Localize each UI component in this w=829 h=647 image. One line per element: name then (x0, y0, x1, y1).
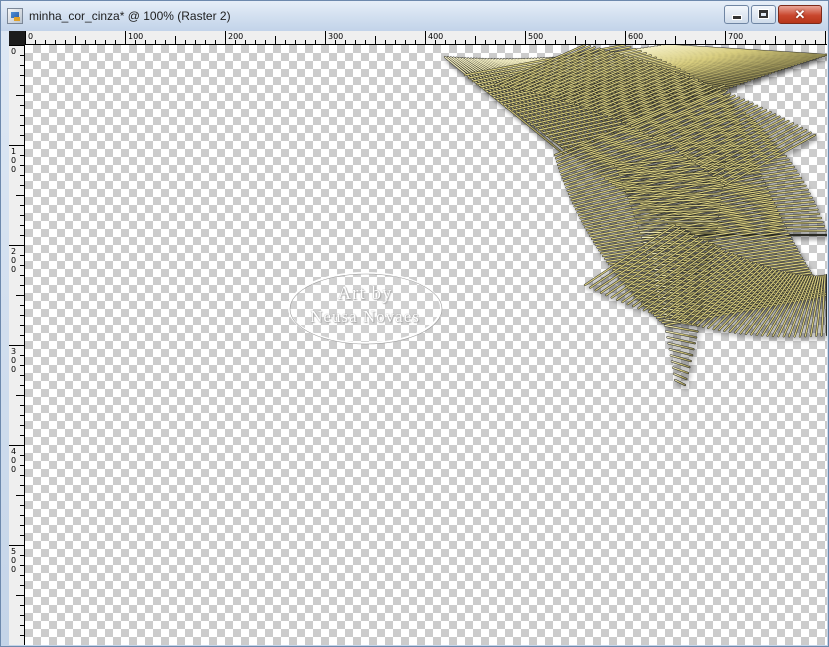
string-line (670, 354, 692, 362)
fractal-string-art (443, 45, 827, 387)
image-canvas[interactable]: Art by Neusa Novaes (25, 45, 827, 645)
string-line (672, 367, 689, 374)
ruler-label: 0 (11, 556, 16, 565)
ruler-label: 0 (11, 47, 16, 56)
minimize-icon (733, 16, 741, 19)
ruler-label: 0 (28, 32, 33, 41)
ruler-label: 1 (11, 147, 16, 156)
ruler-label: 0 (11, 456, 16, 465)
maximize-icon (759, 10, 768, 18)
ruler-label: 500 (528, 32, 543, 41)
ruler-corner (9, 31, 25, 45)
string-line (666, 336, 696, 344)
string-line (674, 379, 686, 386)
minimize-button[interactable] (724, 5, 749, 24)
ruler-label: 0 (11, 465, 16, 474)
ruler-label: 700 (728, 32, 743, 41)
watermark-line-1: Art by (337, 283, 393, 304)
ruler-label: 0 (11, 265, 16, 274)
ruler-label: 2 (11, 247, 16, 256)
watermark-line-2: Neusa Novaes (310, 307, 420, 326)
title-bar[interactable]: minha_cor_cinza* @ 100% (Raster 2) ✕ (1, 1, 828, 31)
window-title: minha_cor_cinza* @ 100% (Raster 2) (29, 9, 231, 23)
ruler-label: 300 (328, 32, 343, 41)
ruler-label: 0 (11, 156, 16, 165)
ruler-label: 4 (11, 447, 16, 456)
ruler-label: 5 (11, 547, 16, 556)
string-line (665, 330, 697, 338)
vertical-ruler[interactable]: 0100200300400500 (9, 45, 25, 646)
vertical-ruler-ticks: 0100200300400500 (9, 45, 25, 646)
document-icon[interactable] (7, 8, 23, 24)
ruler-label: 0 (11, 356, 16, 365)
ruler-label: 0 (11, 165, 16, 174)
ruler-label: 100 (128, 32, 143, 41)
ruler-label: 0 (11, 565, 16, 574)
horizontal-ruler-ticks: 0 100 200 300 400 500 600 700 (25, 31, 826, 45)
window-controls: ✕ (722, 5, 822, 25)
string-line (634, 215, 719, 218)
string-line (664, 324, 699, 333)
string-line (669, 348, 693, 356)
close-button[interactable]: ✕ (778, 5, 822, 24)
ruler-label: 3 (11, 347, 16, 356)
watermark: Art by Neusa Novaes (287, 271, 443, 345)
string-line (673, 373, 688, 380)
ruler-label: 0 (11, 365, 16, 374)
maximize-button[interactable] (751, 5, 776, 24)
ruler-label: 600 (628, 32, 643, 41)
ruler-label: 200 (228, 32, 243, 41)
string-line (667, 342, 695, 350)
string-line (671, 360, 691, 368)
image-window: minha_cor_cinza* @ 100% (Raster 2) ✕ 0 10… (0, 0, 829, 647)
close-icon: ✕ (794, 7, 806, 22)
ruler-label: 0 (11, 256, 16, 265)
horizontal-ruler[interactable]: 0 100 200 300 400 500 600 700 (25, 31, 827, 45)
ruler-label: 400 (428, 32, 443, 41)
